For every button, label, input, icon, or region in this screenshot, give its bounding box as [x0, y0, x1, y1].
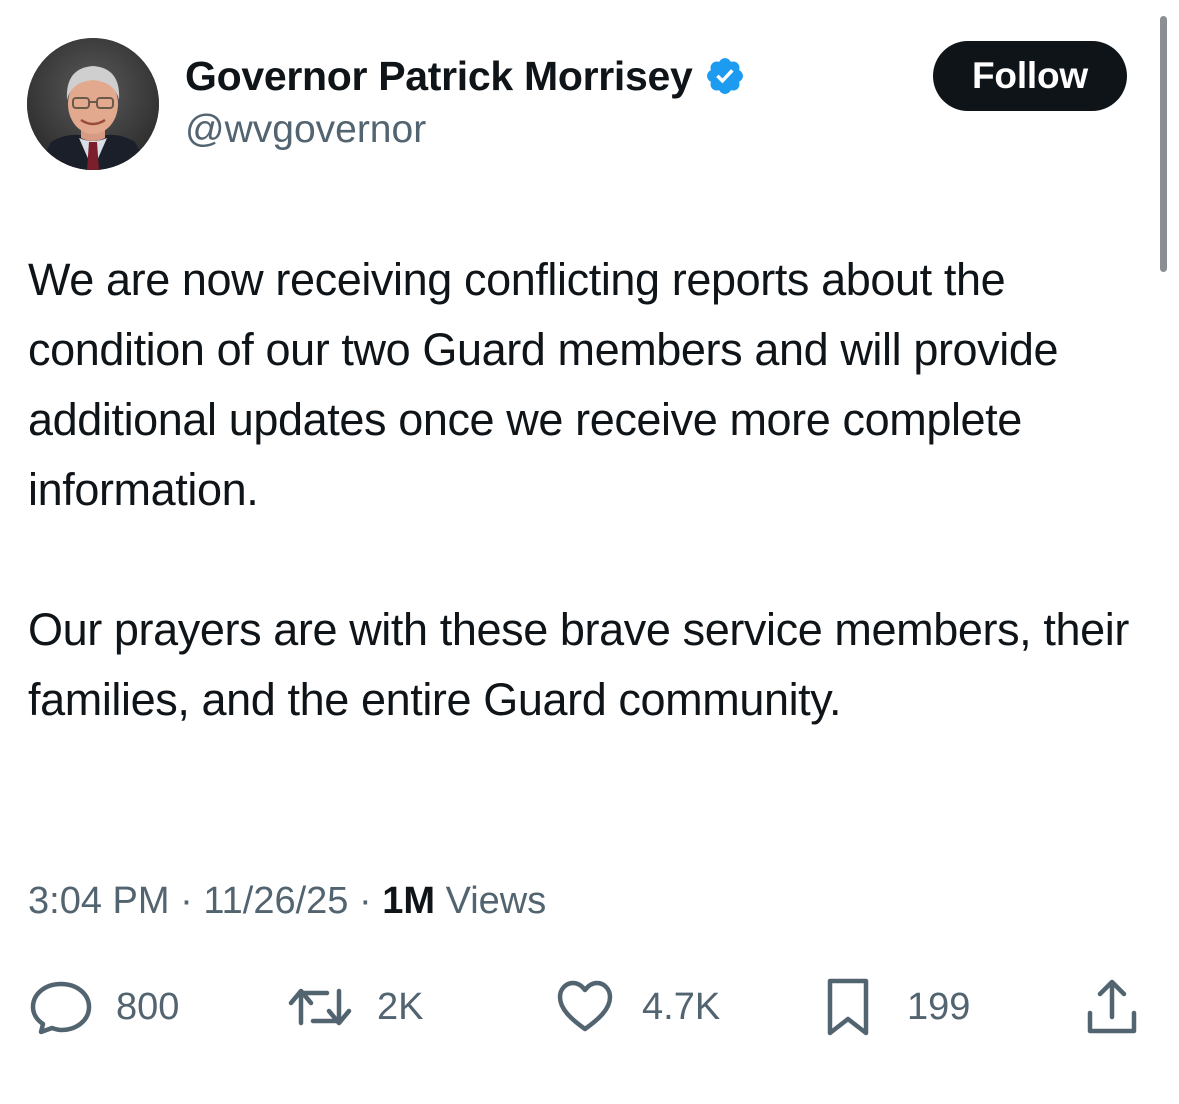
- name-row: Governor Patrick Morrisey: [185, 52, 746, 100]
- reply-count: 800: [116, 985, 180, 1028]
- bookmark-count: 199: [907, 985, 971, 1028]
- views-count: 1M: [382, 880, 435, 922]
- tweet-meta: 3:04 PM · 11/26/25 · 1M Views: [28, 880, 546, 923]
- repost-button[interactable]: 2K: [287, 975, 423, 1039]
- tweet-date[interactable]: 11/26/25: [203, 880, 348, 922]
- repost-count: 2K: [377, 985, 424, 1028]
- like-button[interactable]: 4.7K: [556, 975, 720, 1039]
- meta-separator: ·: [180, 880, 193, 922]
- tweet-paragraph-2: Our prayers are with these brave service…: [28, 604, 1129, 725]
- action-bar: 800 2K 4.7K 199: [0, 975, 1179, 1039]
- verified-badge-icon[interactable]: [704, 55, 746, 97]
- scrollbar[interactable]: [1160, 16, 1167, 272]
- avatar-photo: [27, 38, 159, 170]
- follow-button[interactable]: Follow: [933, 41, 1127, 111]
- share-button[interactable]: [1084, 975, 1140, 1039]
- reply-icon: [30, 981, 92, 1035]
- user-handle[interactable]: @wvgovernor: [185, 108, 426, 152]
- repost-icon: [288, 988, 352, 1026]
- tweet-time[interactable]: 3:04 PM: [28, 880, 170, 922]
- bookmark-icon: [827, 978, 869, 1036]
- reply-button[interactable]: 800: [28, 975, 179, 1039]
- views-label: Views: [445, 880, 547, 922]
- like-count: 4.7K: [642, 985, 721, 1028]
- tweet-paragraph-1: We are now receiving conflicting reports…: [28, 254, 1059, 515]
- meta-separator: ·: [358, 880, 372, 922]
- share-icon: [1087, 979, 1137, 1034]
- tweet-text: We are now receiving conflicting reports…: [28, 245, 1158, 735]
- display-name[interactable]: Governor Patrick Morrisey: [185, 53, 693, 100]
- bookmark-button[interactable]: 199: [825, 975, 970, 1039]
- avatar[interactable]: [27, 38, 159, 170]
- heart-icon: [557, 980, 613, 1032]
